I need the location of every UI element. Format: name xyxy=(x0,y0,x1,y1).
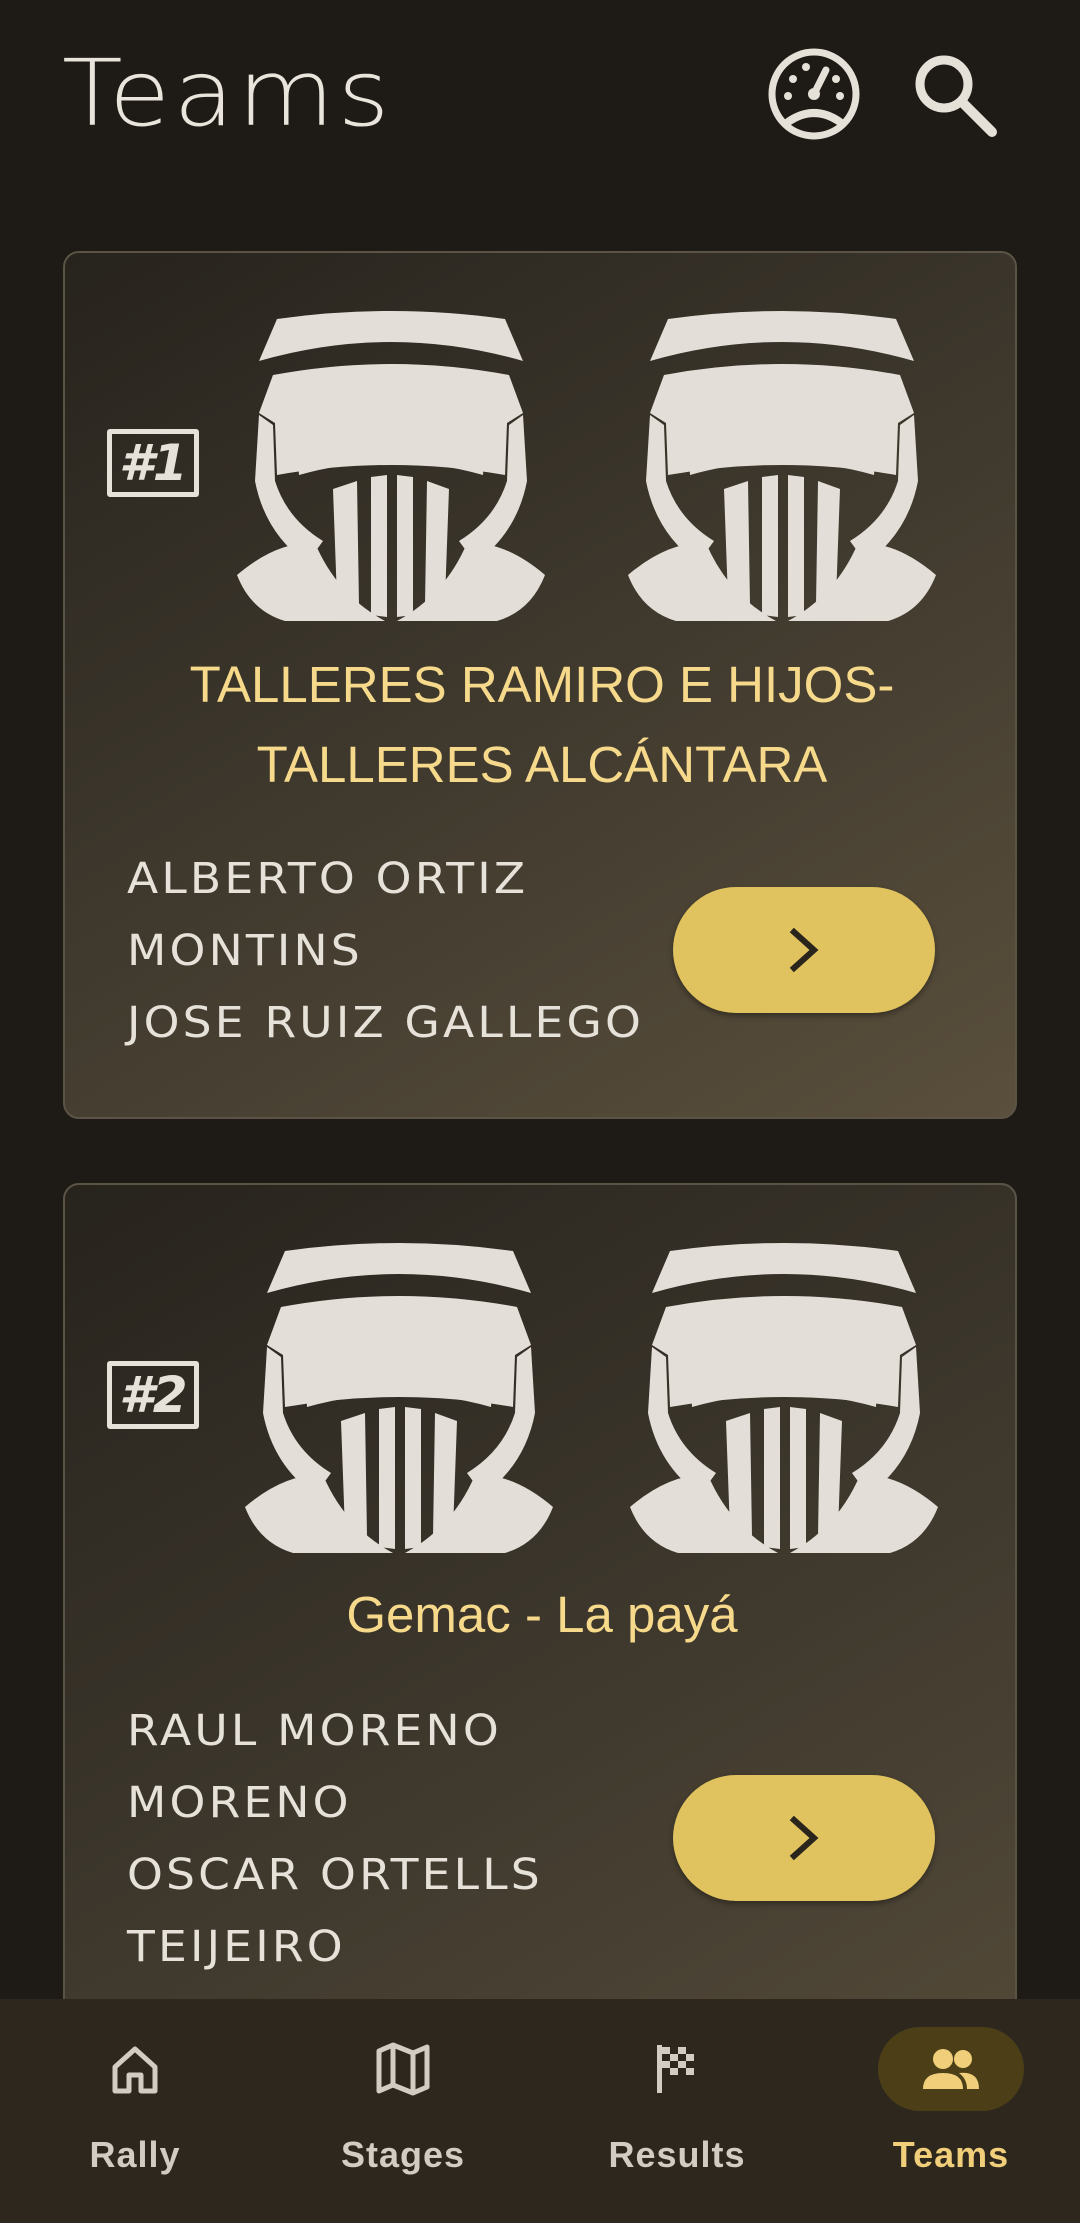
nav-icon-container xyxy=(330,2027,476,2111)
nav-item-teams[interactable]: Teams xyxy=(816,1999,1080,2223)
checkered-flag-icon xyxy=(657,2045,694,2093)
chevron-right-icon xyxy=(789,927,819,973)
gauge-icon[interactable] xyxy=(766,46,862,142)
page-title: Teams xyxy=(62,40,393,147)
search-icon[interactable] xyxy=(906,46,1002,142)
rank-badge: #1 xyxy=(107,429,199,497)
driver-name-line: OSCAR ORTELLS xyxy=(127,1850,543,1900)
driver-name-line: RAUL MORENO xyxy=(127,1706,502,1756)
rank-badge: #2 xyxy=(107,1361,199,1429)
nav-item-rally[interactable]: Rally xyxy=(0,1999,270,2223)
team-name-line: Gemac - La payá xyxy=(346,1586,738,1643)
open-team-button[interactable] xyxy=(673,887,935,1013)
nav-icon-container xyxy=(878,2027,1024,2111)
nav-label: Teams xyxy=(892,2134,1010,2175)
teams-screen: Teams #1 TALLERES RAMIRO E HIJOS- TALLER… xyxy=(0,0,1080,2223)
nav-icon-container xyxy=(604,2027,750,2111)
nav-item-results[interactable]: Results xyxy=(542,1999,812,2223)
open-team-button[interactable] xyxy=(673,1775,935,1901)
driver-name-line: MONTINS xyxy=(127,926,363,976)
driver-name-line: MORENO xyxy=(127,1778,352,1828)
nav-label: Stages xyxy=(340,2134,466,2175)
driver-name-line: TEIJEIRO xyxy=(127,1922,346,1972)
map-icon xyxy=(376,2042,430,2096)
team-name-line: TALLERES RAMIRO E HIJOS- xyxy=(189,656,895,713)
chevron-right-icon xyxy=(789,1815,819,1861)
home-icon xyxy=(112,2046,158,2094)
nav-item-stages[interactable]: Stages xyxy=(268,1999,538,2223)
nav-label: Results xyxy=(608,2134,746,2175)
group-icon xyxy=(923,2049,979,2089)
bottom-navigation: Rally Stages Results Teams xyxy=(0,1999,1080,2223)
driver-names: ALBERTO ORTIZ MONTINS JOSE RUIZ GALLEGO xyxy=(127,843,687,1059)
codriver-helmet-icon xyxy=(628,311,936,621)
driver-helmet-icon xyxy=(237,311,545,621)
nav-icon-container xyxy=(62,2027,208,2111)
nav-label: Rally xyxy=(89,2134,181,2175)
driver-name-line: ALBERTO ORTIZ xyxy=(127,854,529,904)
driver-names: RAUL MORENO MORENO OSCAR ORTELLS TEIJEIR… xyxy=(127,1695,687,1983)
team-card[interactable]: #1 TALLERES RAMIRO E HIJOS- TALLERES ALC… xyxy=(63,251,1017,1119)
top-app-bar: Teams xyxy=(0,0,1080,200)
team-name: TALLERES RAMIRO E HIJOS- TALLERES ALCÁNT… xyxy=(105,645,979,805)
team-name-line: TALLERES ALCÁNTARA xyxy=(256,736,828,793)
driver-helmet-icon xyxy=(245,1243,553,1553)
team-name: Gemac - La payá xyxy=(105,1575,979,1655)
codriver-helmet-icon xyxy=(630,1243,938,1553)
driver-name-line: JOSE RUIZ GALLEGO xyxy=(127,998,645,1048)
